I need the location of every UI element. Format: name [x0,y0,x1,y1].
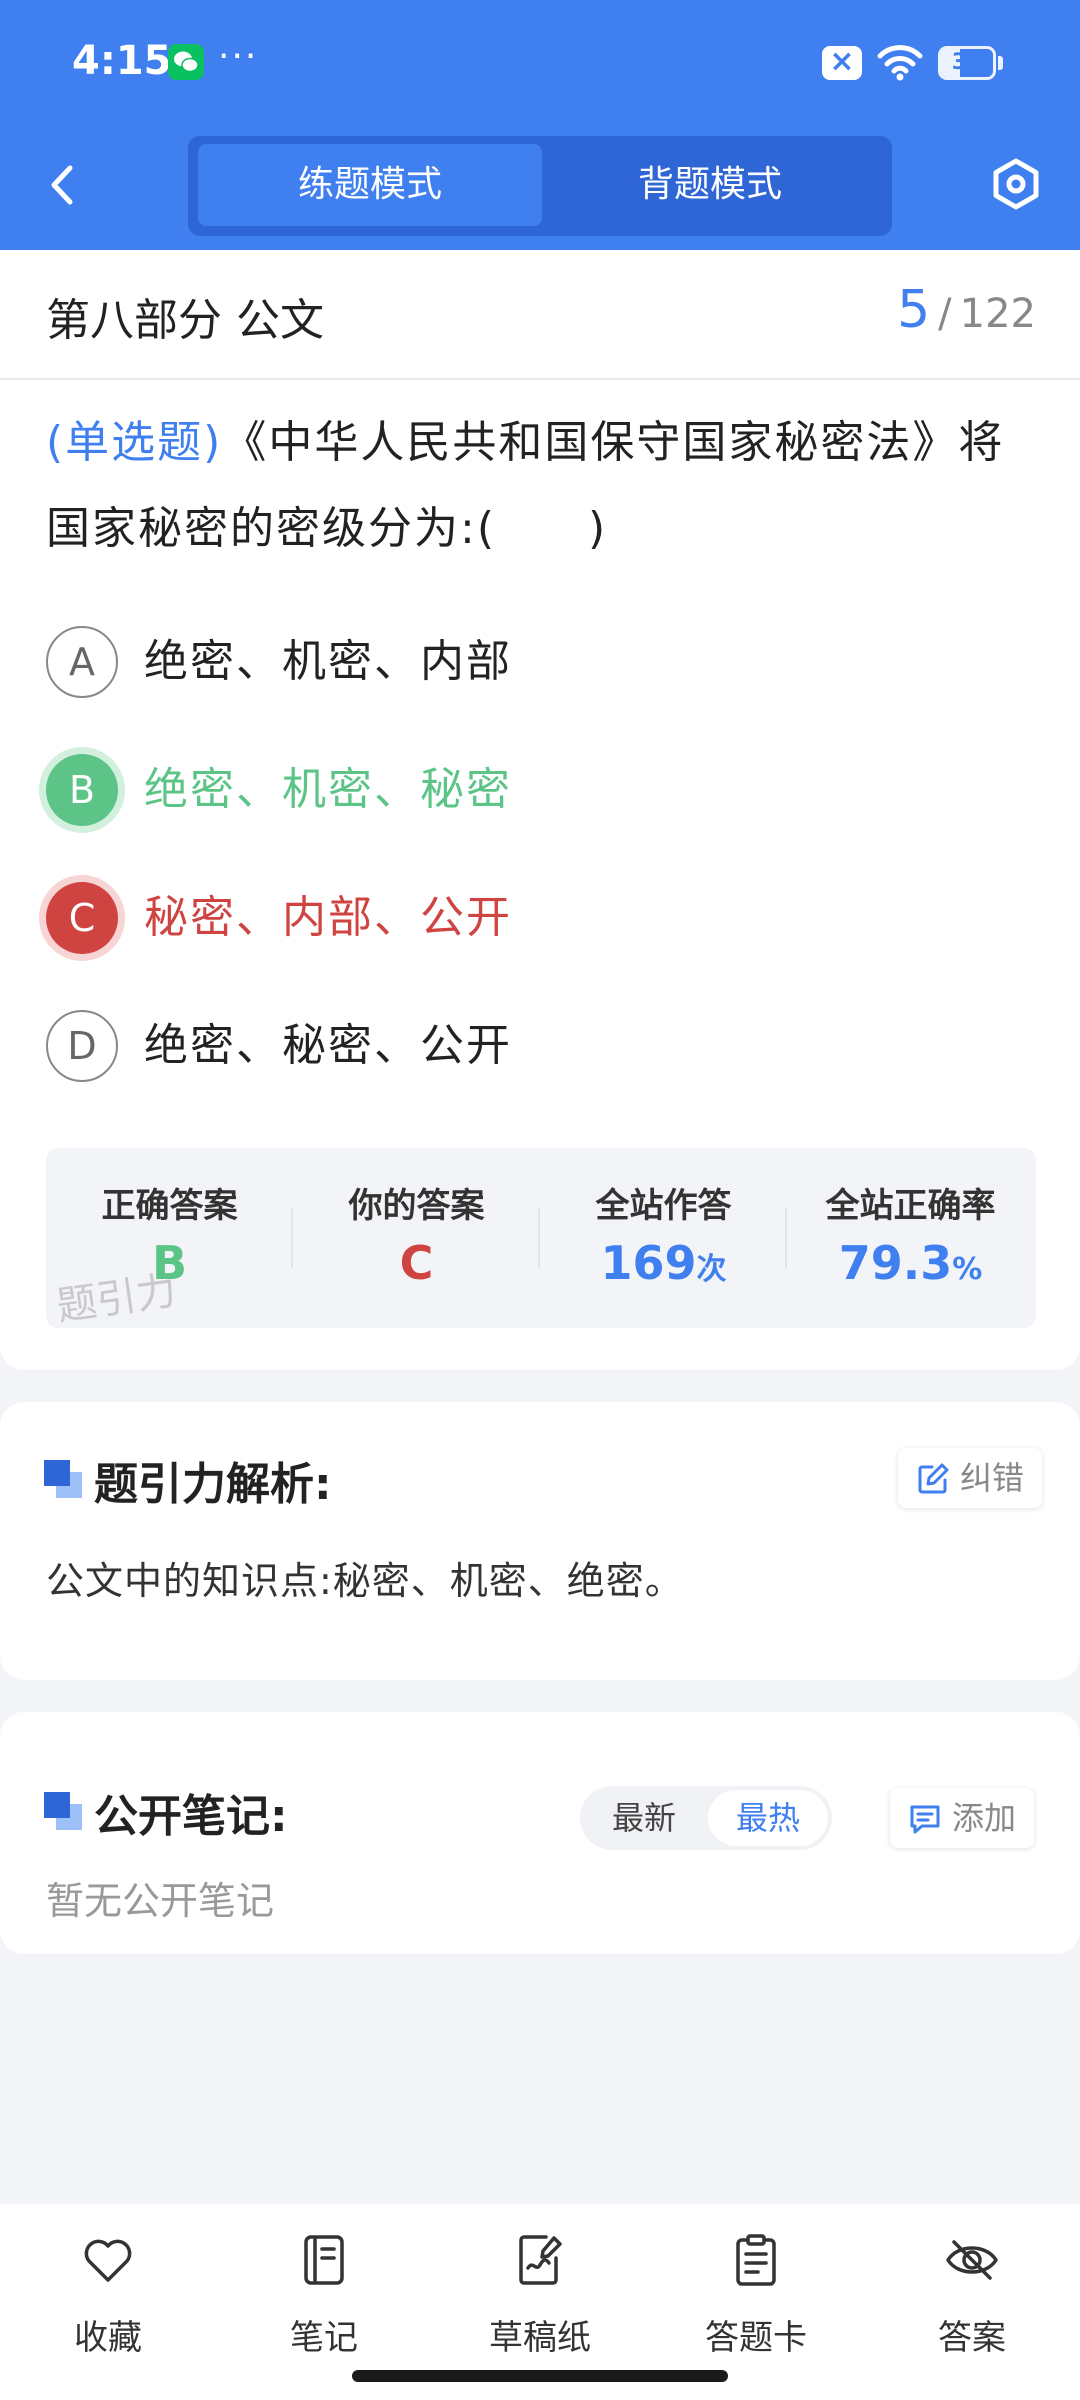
option-a[interactable]: A 绝密、机密、内部 [46,622,1026,702]
analysis-title: 题引力解析: [94,1459,332,1510]
add-note-label: 添加 [952,1799,1017,1837]
wifi-icon [877,45,923,81]
rate-number: 79.3 [838,1236,953,1290]
draft-icon [519,2235,562,2285]
stat-total-attempts: 全站作答 169次 [540,1148,787,1328]
nav-favorite[interactable]: 收藏 [0,2224,216,2364]
stat-value: 169次 [540,1236,787,1290]
sort-latest[interactable]: 最新 [584,1790,704,1846]
stat-label: 全站作答 [595,1186,732,1226]
edit-icon [918,1463,949,1494]
option-text: 绝密、秘密、公开 [144,1020,512,1071]
attempts-unit: 次 [696,1252,727,1287]
stat-value: C [399,1236,434,1290]
battery-percent: 37 [951,50,983,75]
wechat-icon [168,44,204,80]
battery-icon: 37 [938,46,996,80]
back-button[interactable] [36,150,92,220]
notebook-icon [304,2235,344,2285]
settings-hexagon-icon [993,158,1039,210]
section-squares-icon [44,1460,82,1498]
stat-your-answer: 你的答案 C [293,1148,540,1328]
tab-memorize-mode[interactable]: 背题模式 [538,144,882,226]
answer-stats: 正确答案 B 你的答案 C 全站作答 169次 全站正确率 79.3% 题引力 [46,1148,1036,1328]
stat-label: 全站正确率 [825,1186,996,1226]
rate-unit: % [952,1252,983,1287]
report-error-label: 纠错 [960,1459,1025,1497]
option-text: 秘密、内部、公开 [144,892,512,943]
section-squares-icon [44,1792,82,1830]
question-progress[interactable]: 5/122 [897,280,1036,340]
mode-switch: 练题模式 背题模式 [188,136,892,236]
nav-draft[interactable]: 草稿纸 [432,2224,648,2364]
answer-card-icon [736,2234,776,2286]
chevron-left-icon [51,165,73,205]
question-stem: (单选题)《中华人民共和国保守国家秘密法》将国家秘密的密级分为:( ) [46,400,1046,572]
progress-separator: / [938,291,952,337]
home-indicator[interactable] [352,2370,728,2382]
progress-total: 122 [959,291,1036,337]
stat-correct-rate: 全站正确率 79.3% [787,1148,1034,1328]
option-b[interactable]: B 绝密、机密、秘密 [46,750,1026,830]
option-letter: A [46,626,118,698]
top-header: 4:15 ··· × 37 练题模式 背题模式 [0,0,1080,250]
nav-label: 草稿纸 [489,2318,591,2358]
notes-title: 公开笔记: [94,1791,288,1842]
eye-off-icon [946,2240,998,2280]
option-letter: C [46,882,118,954]
close-box-icon: × [822,44,862,80]
settings-button[interactable] [988,156,1044,212]
option-text: 绝密、机密、内部 [144,636,512,687]
sort-hot[interactable]: 最热 [708,1790,828,1846]
attempts-number: 169 [600,1236,697,1290]
section-title: 第八部分 公文 [46,295,324,346]
progress-current: 5 [897,280,931,340]
nav-notes[interactable]: 笔记 [216,2224,432,2364]
option-letter: D [46,1010,118,1082]
battery-tip [998,56,1003,70]
nav-label: 收藏 [74,2318,142,2358]
nav-label: 答案 [938,2318,1006,2358]
option-text: 绝密、机密、秘密 [144,764,512,815]
nav-answer[interactable]: 答案 [864,2224,1080,2364]
notes-card: 公开笔记: 最新 最热 添加 暂无公开笔记 [0,1712,1080,1954]
question-type: (单选题) [46,417,223,468]
stat-label: 你的答案 [348,1186,485,1226]
option-letter: B [46,754,118,826]
nav-label: 笔记 [290,2318,358,2358]
status-bar: 4:15 ··· × 37 [0,0,1080,124]
notes-empty-text: 暂无公开笔记 [46,1879,275,1923]
status-time: 4:15 [72,38,172,84]
analysis-card: 题引力解析: 纠错 公文中的知识点:秘密、机密、绝密。 [0,1402,1080,1680]
comment-icon [910,1805,940,1834]
tab-practice-mode[interactable]: 练题模式 [198,144,542,226]
heart-icon [84,2239,132,2282]
report-error-button[interactable]: 纠错 [898,1448,1043,1508]
stat-label: 正确答案 [101,1186,238,1226]
notes-sort-toggle: 最新 最热 [580,1786,832,1850]
nav-answer-card[interactable]: 答题卡 [648,2224,864,2364]
more-notifications-icon: ··· [218,36,259,77]
stat-value: 79.3% [787,1236,1034,1290]
option-d[interactable]: D 绝密、秘密、公开 [46,1006,1026,1086]
option-c[interactable]: C 秘密、内部、公开 [46,878,1026,958]
add-note-button[interactable]: 添加 [890,1788,1035,1848]
section-header: 第八部分 公文 5/122 [0,250,1080,380]
question-card: 第八部分 公文 5/122 (单选题)《中华人民共和国保守国家秘密法》将国家秘密… [0,250,1080,1370]
analysis-text: 公文中的知识点:秘密、机密、绝密。 [46,1559,684,1603]
nav-label: 答题卡 [705,2318,807,2358]
